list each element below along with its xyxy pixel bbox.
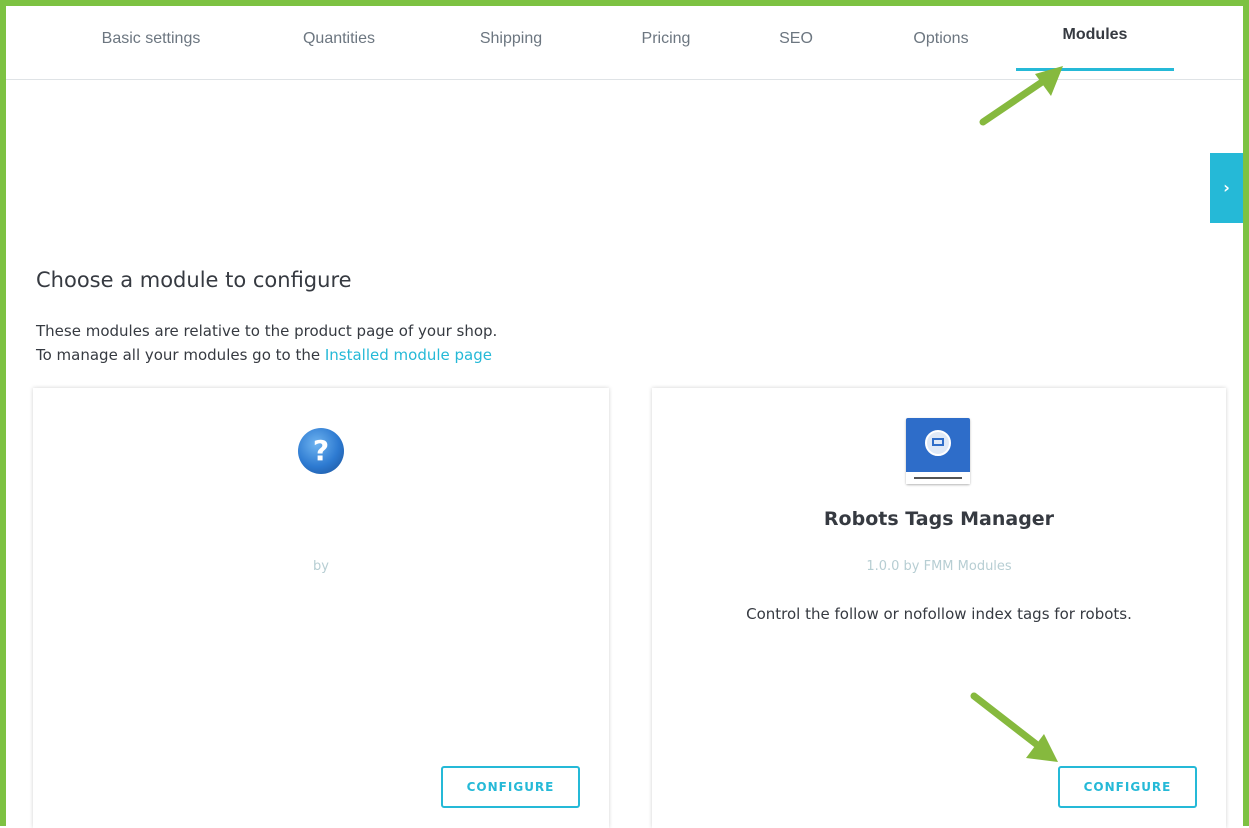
robots-tags-manager-logo-icon xyxy=(906,418,970,484)
intro-line-2: To manage all your modules go to the Ins… xyxy=(36,343,497,367)
intro-text: These modules are relative to the produc… xyxy=(36,319,497,367)
configure-button[interactable]: CONFIGURE xyxy=(441,766,580,808)
annotation-arrow-icon xyxy=(970,692,1058,762)
tab-quantities[interactable]: Quantities xyxy=(289,6,389,79)
module-description: Control the follow or nofollow index tag… xyxy=(746,605,1132,623)
installed-modules-link[interactable]: Installed module page xyxy=(325,346,492,364)
side-panel-toggle[interactable]: › xyxy=(1210,153,1243,223)
annotation-arrow-icon xyxy=(979,66,1063,126)
module-name: Robots Tags Manager xyxy=(823,508,1055,530)
configure-button-robots-tags-manager[interactable]: CONFIGURE xyxy=(1058,766,1197,808)
module-author: by xyxy=(313,559,329,574)
module-version-author: 1.0.0 by FMM Modules xyxy=(866,559,1012,574)
tab-options[interactable]: Options xyxy=(901,6,981,79)
module-card-robots-tags-manager: Robots Tags Manager 1.0.0 by FMM Modules… xyxy=(652,388,1226,828)
page-title: Choose a module to configure xyxy=(36,268,352,292)
tab-basic-settings[interactable]: Basic settings xyxy=(92,6,210,79)
tab-seo[interactable]: SEO xyxy=(771,6,821,79)
intro-line-2-prefix: To manage all your modules go to the xyxy=(36,346,321,364)
question-mark-icon: ? xyxy=(298,428,344,474)
tab-shipping[interactable]: Shipping xyxy=(466,6,556,79)
chevron-right-icon: › xyxy=(1223,178,1230,197)
tab-pricing[interactable]: Pricing xyxy=(626,6,706,79)
module-card: ? by CONFIGURE xyxy=(33,388,609,828)
intro-line-1: These modules are relative to the produc… xyxy=(36,322,498,340)
